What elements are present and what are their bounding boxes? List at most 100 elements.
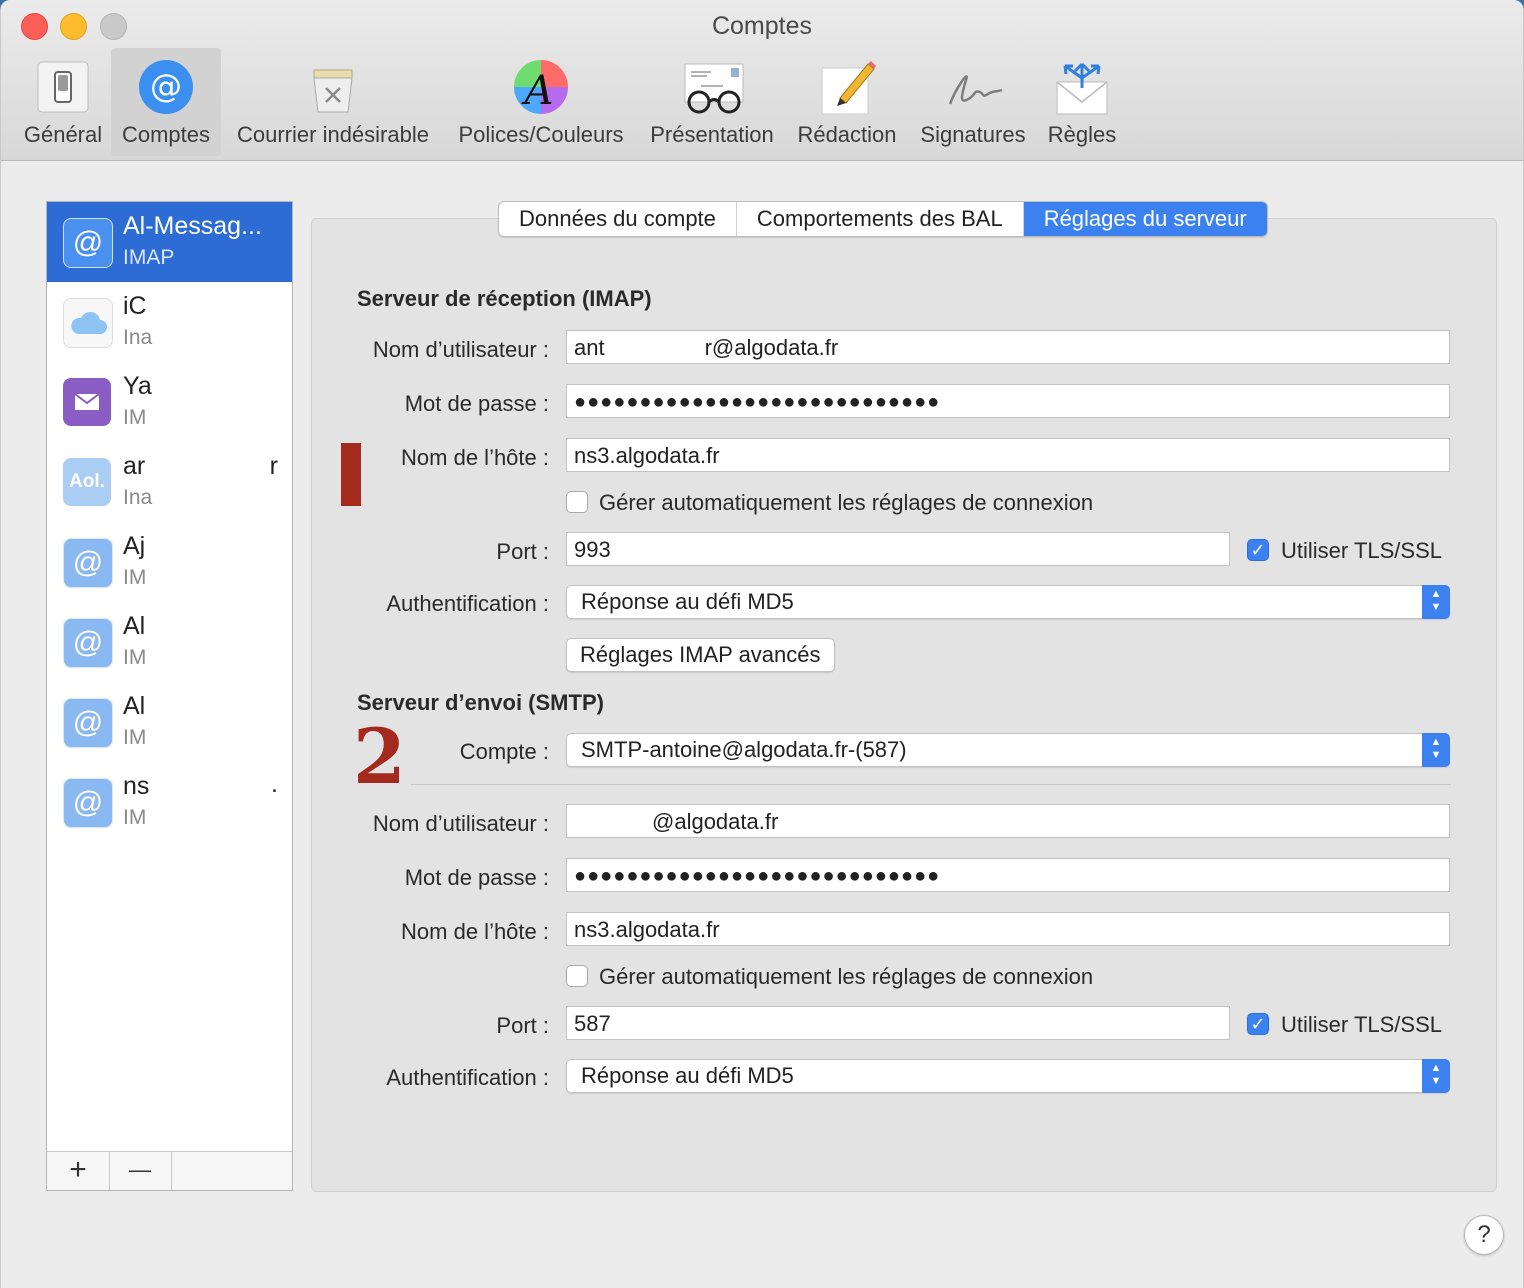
outgoing-host-label: Nom de l’hôte : xyxy=(401,919,549,944)
incoming-host-label: Nom de l’hôte : xyxy=(401,445,549,470)
toolbar-general[interactable]: Général xyxy=(19,48,107,156)
window-title: Comptes xyxy=(711,12,813,40)
incoming-host-field[interactable]: ns3.algodata.fr xyxy=(566,438,1450,472)
incoming-port-field[interactable]: 993 xyxy=(566,532,1230,566)
account-type: IM xyxy=(123,806,147,829)
outgoing-username-label: Nom d’utilisateur : xyxy=(372,811,549,836)
advanced-imap-settings-button[interactable]: Réglages IMAP avancés xyxy=(566,638,835,672)
account-name: Al-Messag... xyxy=(123,212,262,240)
tab-server-settings[interactable]: Réglages du serveur xyxy=(1023,202,1267,236)
toolbar-composing[interactable]: Rédaction xyxy=(791,48,903,156)
remove-account-button[interactable]: — xyxy=(109,1152,172,1190)
outgoing-host-field[interactable]: ns3.algodata.fr xyxy=(566,912,1450,946)
yahoo-envelope-icon xyxy=(63,378,111,426)
account-tabs: Données du compte Comportements des BAL … xyxy=(498,201,1268,237)
toolbar-label: Rédaction xyxy=(797,122,897,147)
account-type: IM xyxy=(123,566,147,589)
account-type: IM xyxy=(123,646,147,669)
toolbar-presentation[interactable]: Présentation xyxy=(643,48,781,156)
title-bar: Comptes Général @ Comptes Courrier indés… xyxy=(1,0,1523,161)
outgoing-auth-label: Authentification : xyxy=(386,1065,549,1090)
username-end: @algodata.fr xyxy=(652,809,779,834)
account-name: ar xyxy=(123,452,146,480)
outgoing-password-label: Mot de passe : xyxy=(404,865,549,890)
section-divider xyxy=(411,784,1451,785)
toolbar-label: Courrier indésirable xyxy=(237,122,429,147)
toolbar-fonts-colors[interactable]: A Polices/Couleurs xyxy=(449,48,633,156)
username-start: ant xyxy=(574,335,605,360)
accounts-list-footer: + — xyxy=(47,1151,292,1190)
incoming-tls-checkbox[interactable]: ✓ xyxy=(1247,539,1269,561)
at-sign-icon: @ xyxy=(63,778,113,828)
tab-mailbox-behaviors[interactable]: Comportements des BAL xyxy=(737,202,1024,236)
outgoing-password-field[interactable]: ●●●●●●●●●●●●●●●●●●●●●●●●●●●● xyxy=(566,858,1450,892)
account-item[interactable]: @ Al-Messag... IMAP xyxy=(47,202,292,282)
outgoing-tls-checkbox[interactable]: ✓ xyxy=(1247,1013,1269,1035)
outgoing-auto-manage-checkbox[interactable] xyxy=(566,965,588,987)
outgoing-auto-manage-label: Gérer automatiquement les réglages de co… xyxy=(599,964,1094,989)
fonts-colors-icon: A xyxy=(512,58,570,116)
account-type: Ina xyxy=(123,326,153,349)
junk-bin-icon xyxy=(304,58,362,116)
svg-text:A: A xyxy=(521,68,554,114)
chevron-up-down-icon: ▲ ▼ xyxy=(1422,1059,1450,1093)
account-name-trail: . xyxy=(271,770,278,798)
toolbar-label: Comptes xyxy=(121,122,211,147)
at-sign-icon: @ xyxy=(63,538,113,588)
incoming-auth-select[interactable]: Réponse au défi MD5 ▲ ▼ xyxy=(566,585,1450,619)
incoming-auth-label: Authentification : xyxy=(386,591,549,616)
outgoing-auth-select[interactable]: Réponse au défi MD5 ▲ ▼ xyxy=(566,1059,1450,1093)
at-sign-icon: @ xyxy=(63,218,113,268)
toolbar-accounts[interactable]: @ Comptes xyxy=(111,48,221,156)
account-name: Ya xyxy=(123,372,152,400)
incoming-auto-manage-checkbox[interactable] xyxy=(566,491,588,513)
tab-account-info[interactable]: Données du compte xyxy=(499,202,737,236)
outgoing-account-value: SMTP-antoine@algodata.fr-(587) xyxy=(581,737,907,762)
glasses-letter-icon xyxy=(683,58,744,116)
account-name: Al xyxy=(123,612,146,640)
incoming-server-heading: Serveur de réception (IMAP) xyxy=(357,286,652,311)
toolbar-label: Signatures xyxy=(920,122,1026,147)
pencil-note-icon xyxy=(818,58,876,116)
toolbar-label: Polices/Couleurs xyxy=(458,122,624,147)
toolbar-rules[interactable]: Règles xyxy=(1041,48,1123,156)
outgoing-auth-value: Réponse au défi MD5 xyxy=(581,1063,794,1088)
account-type: IMAP xyxy=(123,246,175,269)
add-account-button[interactable]: + xyxy=(47,1152,110,1190)
incoming-auto-manage-label: Gérer automatiquement les réglages de co… xyxy=(599,490,1094,515)
outgoing-username-field[interactable]: @algodata.fr xyxy=(566,804,1450,838)
outgoing-account-label: Compte : xyxy=(459,739,549,764)
outgoing-port-label: Port : xyxy=(496,1013,549,1038)
at-sign-icon: @ xyxy=(137,58,195,116)
incoming-password-field[interactable]: ●●●●●●●●●●●●●●●●●●●●●●●●●●●● xyxy=(566,384,1450,418)
at-sign-icon: @ xyxy=(63,618,113,668)
account-name: Aj xyxy=(123,532,146,560)
preferences-window: Comptes Général @ Comptes Courrier indés… xyxy=(0,0,1524,1288)
toolbar-signatures[interactable]: Signatures xyxy=(913,48,1033,156)
outgoing-account-select[interactable]: SMTP-antoine@algodata.fr-(587) ▲ ▼ xyxy=(566,733,1450,767)
aol-icon: Aol. xyxy=(63,458,111,506)
chevron-up-down-icon: ▲ ▼ xyxy=(1422,733,1450,767)
signature-icon xyxy=(944,58,1003,116)
account-type: IM xyxy=(123,406,147,429)
incoming-password-label: Mot de passe : xyxy=(404,391,549,416)
chevron-up-down-icon: ▲ ▼ xyxy=(1422,585,1450,619)
username-end: r@algodata.fr xyxy=(704,335,839,360)
incoming-username-label: Nom d’utilisateur : xyxy=(372,337,549,362)
rules-envelope-icon xyxy=(1053,58,1111,116)
toolbar-label: Général xyxy=(23,122,103,147)
help-button[interactable]: ? xyxy=(1464,1215,1504,1255)
incoming-username-field[interactable]: ant r@algodata.fr xyxy=(566,330,1450,364)
general-switch-icon xyxy=(34,58,92,116)
toolbar-junk-mail[interactable]: Courrier indésirable xyxy=(227,48,439,156)
incoming-auth-value: Réponse au défi MD5 xyxy=(581,589,794,614)
outgoing-tls-label: Utiliser TLS/SSL xyxy=(1281,1012,1442,1037)
at-sign-icon: @ xyxy=(63,698,113,748)
outgoing-port-field[interactable]: 587 xyxy=(566,1006,1230,1040)
incoming-port-label: Port : xyxy=(496,539,549,564)
icloud-icon xyxy=(63,298,113,348)
svg-text:@: @ xyxy=(150,67,182,105)
toolbar-label: Règles xyxy=(1047,122,1117,147)
account-name: ns xyxy=(123,772,150,800)
account-name: Al xyxy=(123,692,146,720)
